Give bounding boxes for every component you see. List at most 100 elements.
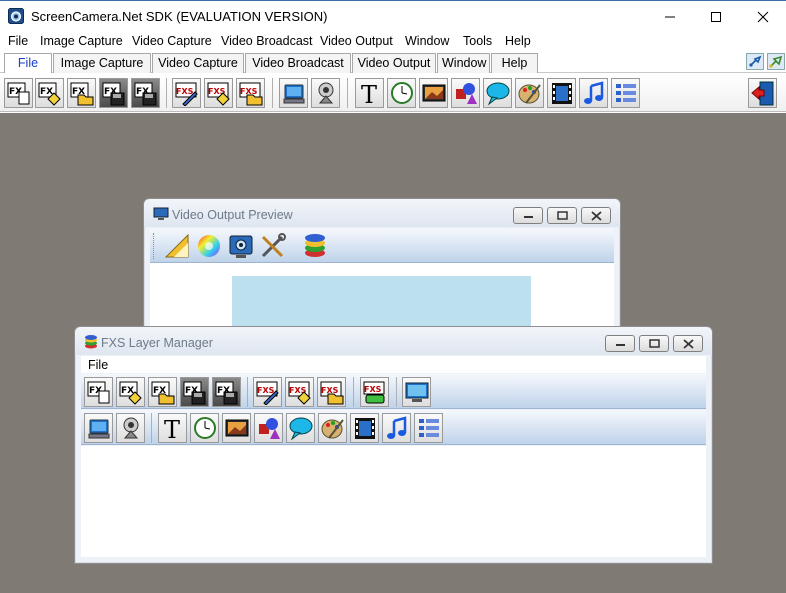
lm-fxs-properties-button[interactable]: FXS — [285, 377, 314, 407]
fxs-layer-manager-window[interactable]: FXS Layer Manager File FX FX FX FX FX FX… — [74, 326, 713, 564]
lm-fx-edit-button[interactable]: FX — [116, 377, 145, 407]
lm-fx-save-as-button[interactable]: FX — [212, 377, 241, 407]
fx-save-as-icon: FX — [134, 82, 157, 106]
fx-open-button[interactable]: FX — [67, 78, 96, 108]
close-icon — [591, 211, 602, 221]
minimize-button[interactable] — [647, 1, 693, 31]
lm-shapes-button[interactable] — [254, 413, 283, 443]
lm-video-button[interactable] — [350, 413, 379, 443]
pin-icon[interactable] — [746, 53, 764, 70]
ruler-triangle-icon[interactable] — [164, 233, 190, 259]
lm-layers-list-button[interactable] — [414, 413, 443, 443]
menu-bar: File Image Capture Video Capture Video B… — [0, 31, 786, 51]
fx-save-button[interactable]: FX — [99, 78, 128, 108]
lm-fx-new-button[interactable]: FX — [84, 377, 113, 407]
fxs-properties-button[interactable]: FXS — [204, 78, 233, 108]
tab-help[interactable]: Help — [491, 53, 538, 73]
app-camera-icon — [8, 8, 24, 24]
menu-image-capture[interactable]: Image Capture — [40, 34, 123, 48]
unpin-icon[interactable] — [767, 53, 785, 70]
text-tool-button[interactable]: T — [355, 78, 384, 108]
menu-window[interactable]: Window — [405, 34, 449, 48]
maximize-icon — [711, 12, 721, 22]
clock-button[interactable] — [387, 78, 416, 108]
tab-window[interactable]: Window — [437, 53, 490, 73]
menu-tools[interactable]: Tools — [463, 34, 492, 48]
toolbar-separator — [166, 78, 167, 108]
tab-video-broadcast[interactable]: Video Broadcast — [245, 53, 351, 73]
layer-manager-minimize-button[interactable] — [605, 335, 635, 352]
film-strip-icon — [355, 418, 375, 439]
monitor-preview-icon — [405, 382, 429, 402]
screen-capture-button[interactable] — [279, 78, 308, 108]
fx-open-icon: FX — [151, 381, 175, 405]
balloon-button[interactable] — [483, 78, 512, 108]
layer-manager-menu-file[interactable]: File — [88, 358, 108, 372]
fxs-open-button[interactable]: FXS — [236, 78, 265, 108]
menu-video-capture[interactable]: Video Capture — [132, 34, 212, 48]
svg-text:FXS: FXS — [176, 87, 194, 96]
preview-minimize-button[interactable] — [513, 207, 543, 224]
layer-manager-restore-button[interactable] — [639, 335, 669, 352]
webcam-icon — [123, 417, 139, 439]
layer-list-area[interactable] — [81, 446, 706, 557]
color-wheel-icon[interactable] — [196, 233, 222, 259]
menu-video-broadcast[interactable]: Video Broadcast — [221, 34, 313, 48]
toolbar-separator — [272, 78, 273, 108]
main-toolbar: FX FX FX FX FX FXS FXS FXS T — [0, 74, 786, 112]
exit-button[interactable] — [748, 78, 777, 108]
music-note-icon — [584, 81, 604, 104]
lm-screen-capture-button[interactable] — [84, 413, 113, 443]
paint-button[interactable] — [515, 78, 544, 108]
lm-audio-button[interactable] — [382, 413, 411, 443]
fx-new-button[interactable]: FX — [4, 78, 33, 108]
shapes-button[interactable] — [451, 78, 480, 108]
lm-paint-button[interactable] — [318, 413, 347, 443]
lm-fx-save-button[interactable]: FX — [180, 377, 209, 407]
tab-image-capture[interactable]: Image Capture — [53, 53, 151, 73]
video-button[interactable] — [547, 78, 576, 108]
svg-text:T: T — [361, 81, 377, 106]
fx-edit-icon: FX — [119, 381, 142, 405]
list-icon — [616, 84, 636, 102]
restore-icon — [557, 211, 568, 220]
toolbar-separator — [151, 413, 152, 443]
fxs-edit-button[interactable]: FXS — [172, 78, 201, 108]
audio-button[interactable] — [579, 78, 608, 108]
lm-fx-open-button[interactable]: FX — [148, 377, 177, 407]
lm-text-tool-button[interactable]: T — [158, 413, 187, 443]
menu-file[interactable]: File — [8, 34, 28, 48]
lm-webcam-button[interactable] — [116, 413, 145, 443]
svg-text:FXS: FXS — [364, 385, 382, 394]
preview-close-button[interactable] — [581, 207, 611, 224]
layers-stack-icon[interactable] — [302, 233, 328, 259]
tools-wrench-icon[interactable] — [260, 233, 286, 259]
tab-video-capture[interactable]: Video Capture — [152, 53, 244, 73]
menu-video-output[interactable]: Video Output — [320, 34, 393, 48]
toolbar-grip[interactable] — [153, 233, 156, 259]
lm-fxs-open-button[interactable]: FXS — [317, 377, 346, 407]
music-note-icon — [387, 416, 407, 439]
webcam-button[interactable] — [311, 78, 340, 108]
lm-fxs-edit-button[interactable]: FXS — [253, 377, 282, 407]
lm-balloon-button[interactable] — [286, 413, 315, 443]
lm-clock-button[interactable] — [190, 413, 219, 443]
lm-preview-button[interactable] — [402, 377, 431, 407]
title-bar: ScreenCamera.Net SDK (EVALUATION VERSION… — [0, 0, 786, 31]
lm-image-button[interactable] — [222, 413, 251, 443]
fx-edit-button[interactable]: FX — [35, 78, 64, 108]
list-icon — [419, 419, 439, 437]
lm-fxs-layer-button[interactable]: FXS — [360, 377, 389, 407]
image-button[interactable] — [419, 78, 448, 108]
fx-save-as-button[interactable]: FX — [131, 78, 160, 108]
close-button[interactable] — [740, 1, 786, 31]
layers-list-button[interactable] — [611, 78, 640, 108]
capture-device-icon[interactable] — [228, 233, 254, 259]
tab-video-output[interactable]: Video Output — [352, 53, 436, 73]
menu-help[interactable]: Help — [505, 34, 531, 48]
layer-manager-close-button[interactable] — [673, 335, 703, 352]
preview-restore-button[interactable] — [547, 207, 577, 224]
fx-new-icon: FX — [7, 82, 30, 105]
maximize-button[interactable] — [693, 1, 739, 31]
tab-file[interactable]: File — [4, 53, 52, 73]
